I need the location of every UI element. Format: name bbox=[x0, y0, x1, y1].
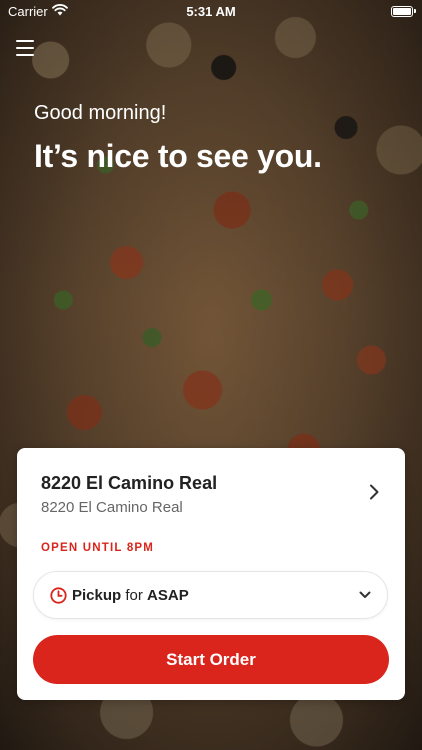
greeting-text: Good morning! bbox=[34, 102, 167, 124]
location-name: 8220 El Camino Real bbox=[41, 473, 218, 493]
clock-icon bbox=[50, 587, 67, 604]
order-connector: for bbox=[125, 587, 143, 604]
start-order-button[interactable]: Start Order bbox=[33, 635, 389, 684]
location-card: 8220 El Camino Real 8220 El Camino Real … bbox=[17, 448, 405, 700]
order-type-selector[interactable]: Pickup for ASAP bbox=[33, 571, 388, 619]
hamburger-menu-icon[interactable] bbox=[16, 40, 34, 56]
order-type-text: Pickup for ASAP bbox=[72, 587, 189, 604]
order-method: Pickup bbox=[72, 587, 122, 604]
battery-icon bbox=[391, 6, 416, 17]
location-address: 8220 El Camino Real bbox=[41, 499, 183, 516]
chevron-down-icon bbox=[359, 591, 371, 598]
order-time: ASAP bbox=[147, 587, 189, 604]
chevron-right-icon bbox=[370, 484, 379, 500]
status-time: 5:31 AM bbox=[186, 4, 236, 19]
location-selector[interactable]: 8220 El Camino Real 8220 El Camino Real bbox=[17, 448, 405, 526]
status-bar: Carrier 5:31 AM bbox=[0, 0, 422, 22]
headline-text: It’s nice to see you. bbox=[34, 138, 322, 174]
open-status-label: OPEN UNTIL 8PM bbox=[41, 542, 155, 554]
